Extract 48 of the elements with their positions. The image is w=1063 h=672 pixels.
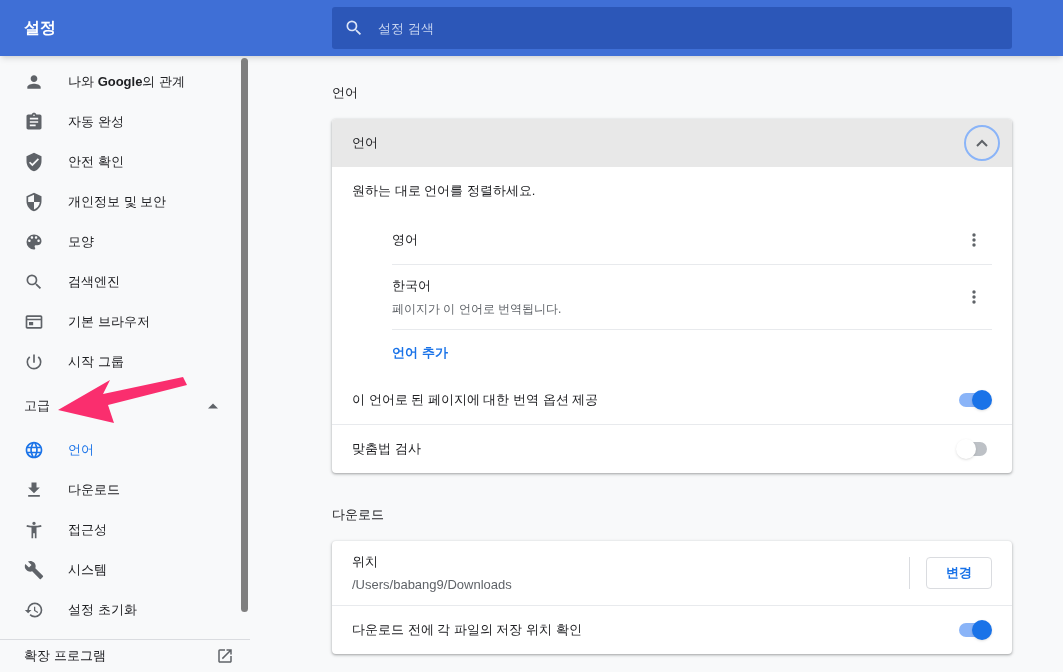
power-icon xyxy=(24,352,44,372)
description-text: 원하는 대로 언어를 정렬하세요. xyxy=(352,182,536,201)
nav-item[interactable]: 나와 Google의 관계 xyxy=(0,62,250,102)
shield-check-icon xyxy=(24,152,44,172)
language-note: 페이지가 이 언어로 번역됩니다. xyxy=(392,300,562,318)
nav-item[interactable]: 자동 완성 xyxy=(0,102,250,142)
browser-window-icon xyxy=(24,312,44,332)
caret-icon xyxy=(208,403,218,409)
search-field[interactable]: 설정 검색 xyxy=(332,7,1012,49)
more-options-icon[interactable] xyxy=(972,290,976,304)
nav-item[interactable]: 시작 그룹 xyxy=(0,342,250,382)
add-language-link[interactable]: 언어 추가 xyxy=(392,342,448,363)
setting-label: 다운로드 전에 각 파일의 저장 위치 확인 xyxy=(352,621,582,640)
more-options-icon[interactable] xyxy=(972,232,976,247)
language-name: 영어 xyxy=(392,230,418,249)
chevron-icon[interactable] xyxy=(964,125,1000,161)
page-title: 설정 xyxy=(24,18,57,38)
download-path: /Users/babang9/Downloads xyxy=(352,575,513,594)
accessibility-icon xyxy=(24,520,44,540)
open-in-new-icon xyxy=(216,646,234,665)
setting-label: 맞춤법 검사 xyxy=(352,440,421,459)
change-button[interactable]: 변경 xyxy=(926,557,992,589)
section-title: 언어 xyxy=(332,84,359,102)
card-header[interactable]: 언어 xyxy=(332,119,1012,167)
search-icon xyxy=(24,272,44,292)
nav-item[interactable]: 안전 확인 xyxy=(0,142,250,182)
nav-item[interactable]: 모양 xyxy=(0,222,250,262)
nav-item[interactable]: 설정 초기화 xyxy=(0,590,250,630)
palette-icon xyxy=(24,232,44,252)
wrench-icon xyxy=(24,560,44,580)
section-title: 다운로드 xyxy=(332,506,385,524)
search-icon xyxy=(344,18,364,38)
globe-icon xyxy=(24,440,44,460)
nav-item[interactable]: 시스템 xyxy=(0,550,250,590)
nav-item[interactable]: 다운로드 xyxy=(0,470,250,510)
nav-link[interactable]: 확장 프로그램 xyxy=(24,645,106,666)
advanced-section-toggle[interactable]: 고급 xyxy=(0,382,240,430)
nav-item[interactable]: 기본 브라우저 xyxy=(0,302,250,342)
scrollbar[interactable] xyxy=(241,58,248,612)
nav-item[interactable]: 접근성 xyxy=(0,510,250,550)
clipboard-icon xyxy=(24,112,44,132)
setting-label: 이 언어로 된 페이지에 대한 번역 옵션 제공 xyxy=(352,390,599,409)
setting-label: 위치 xyxy=(352,553,379,571)
shield-icon xyxy=(24,192,44,212)
restore-icon xyxy=(24,600,44,620)
language-name: 한국어 xyxy=(392,277,432,296)
nav-item[interactable]: 검색엔진 xyxy=(0,262,250,302)
nav-item[interactable]: 개인정보 및 보안 xyxy=(0,182,250,222)
